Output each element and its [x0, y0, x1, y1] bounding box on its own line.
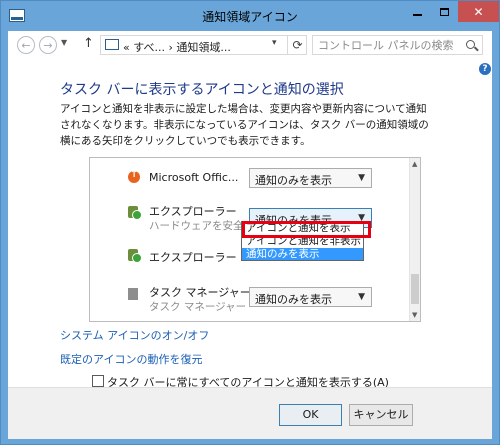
chevron-down-icon: ▼ [358, 292, 365, 302]
forward-button[interactable]: → [39, 36, 57, 54]
back-arrow-icon: ← [21, 38, 31, 52]
control-panel-icon [105, 39, 119, 50]
list-item-name: Microsoft Offic... [149, 171, 239, 184]
cancel-button[interactable]: キャンセル [349, 404, 413, 426]
dropdown-option-only-show-notifications[interactable]: 通知のみを表示 [242, 248, 363, 260]
behavior-select-value: 通知のみを表示 [255, 174, 332, 187]
list-scrollbar[interactable]: ▲ ▼ [409, 158, 420, 321]
refresh-button[interactable]: ⟳ [287, 35, 307, 55]
question-mark-icon: ? [482, 64, 488, 74]
restore-defaults-link[interactable]: 既定のアイコンの動作を復元 [60, 351, 202, 367]
close-icon: ✕ [473, 4, 484, 19]
recent-locations-dropdown[interactable]: ▼ [61, 38, 67, 47]
task-manager-icon [128, 288, 138, 300]
scroll-up-icon[interactable]: ▲ [412, 160, 417, 168]
navigation-bar: ← → ▼ ↑ « すべ... › 通知領域... ▾ ⟳ [8, 31, 492, 59]
page-title: タスク バーに表示するアイコンと通知の選択 [60, 82, 344, 98]
list-item-subtitle: タスク マネージャー [149, 301, 247, 313]
up-button[interactable]: ↑ [83, 36, 94, 51]
page-description: アイコンと通知を非表示に設定した場合は、変更内容や更新内容について通知されなくな… [60, 103, 429, 147]
maximize-icon [440, 7, 449, 16]
back-button[interactable]: ← [17, 36, 35, 54]
scroll-down-icon[interactable]: ▼ [412, 311, 417, 319]
minimize-button[interactable] [404, 1, 431, 22]
office-upload-icon [128, 169, 140, 183]
behavior-select[interactable]: 通知のみを表示 ▼ [249, 287, 372, 307]
close-button[interactable]: ✕ [458, 1, 499, 22]
address-bar[interactable]: « すべ... › 通知領域... ▾ ⟳ [100, 35, 307, 55]
address-dropdown-button[interactable]: ▾ [272, 38, 277, 48]
chevron-down-icon: ▼ [358, 173, 365, 183]
search-box[interactable] [312, 35, 483, 55]
list-item-name: エクスプローラー [149, 251, 237, 264]
dialog-footer: OK キャンセル [8, 387, 492, 439]
minimize-icon [413, 13, 422, 16]
always-show-checkbox[interactable] [92, 375, 104, 387]
maximize-button[interactable] [431, 1, 458, 22]
up-arrow-icon: ↑ [83, 36, 94, 51]
behavior-select-value: 通知のみを表示 [255, 293, 332, 306]
highlight-box [242, 221, 371, 238]
ok-button[interactable]: OK [279, 404, 342, 426]
title-bar[interactable]: 通知領域アイコン ✕ [1, 1, 499, 31]
forward-arrow-icon: → [43, 38, 53, 52]
refresh-icon: ⟳ [292, 38, 303, 52]
usb-eject-icon [128, 206, 142, 220]
usb-eject-icon [128, 249, 142, 263]
search-icon[interactable] [466, 40, 475, 49]
behavior-select[interactable]: 通知のみを表示 ▼ [249, 168, 372, 188]
system-icons-link[interactable]: システム アイコンのオン/オフ [60, 327, 209, 343]
help-button[interactable]: ? [479, 63, 491, 75]
list-item-name: エクスプローラー [149, 205, 237, 218]
breadcrumb[interactable]: « すべ... › 通知領域... [123, 39, 231, 55]
search-input[interactable] [318, 38, 458, 52]
list-item-subtitle: ハードウェアを安全... [149, 220, 254, 232]
notification-area-icons-window: 通知領域アイコン ✕ ← → ▼ ↑ « すべ... › 通知領域... ▾ ⟳… [0, 0, 500, 445]
scrollbar-thumb[interactable] [411, 274, 419, 304]
chevron-down-icon: ▼ [61, 38, 68, 47]
list-item-name: タスク マネージャー [149, 286, 251, 299]
